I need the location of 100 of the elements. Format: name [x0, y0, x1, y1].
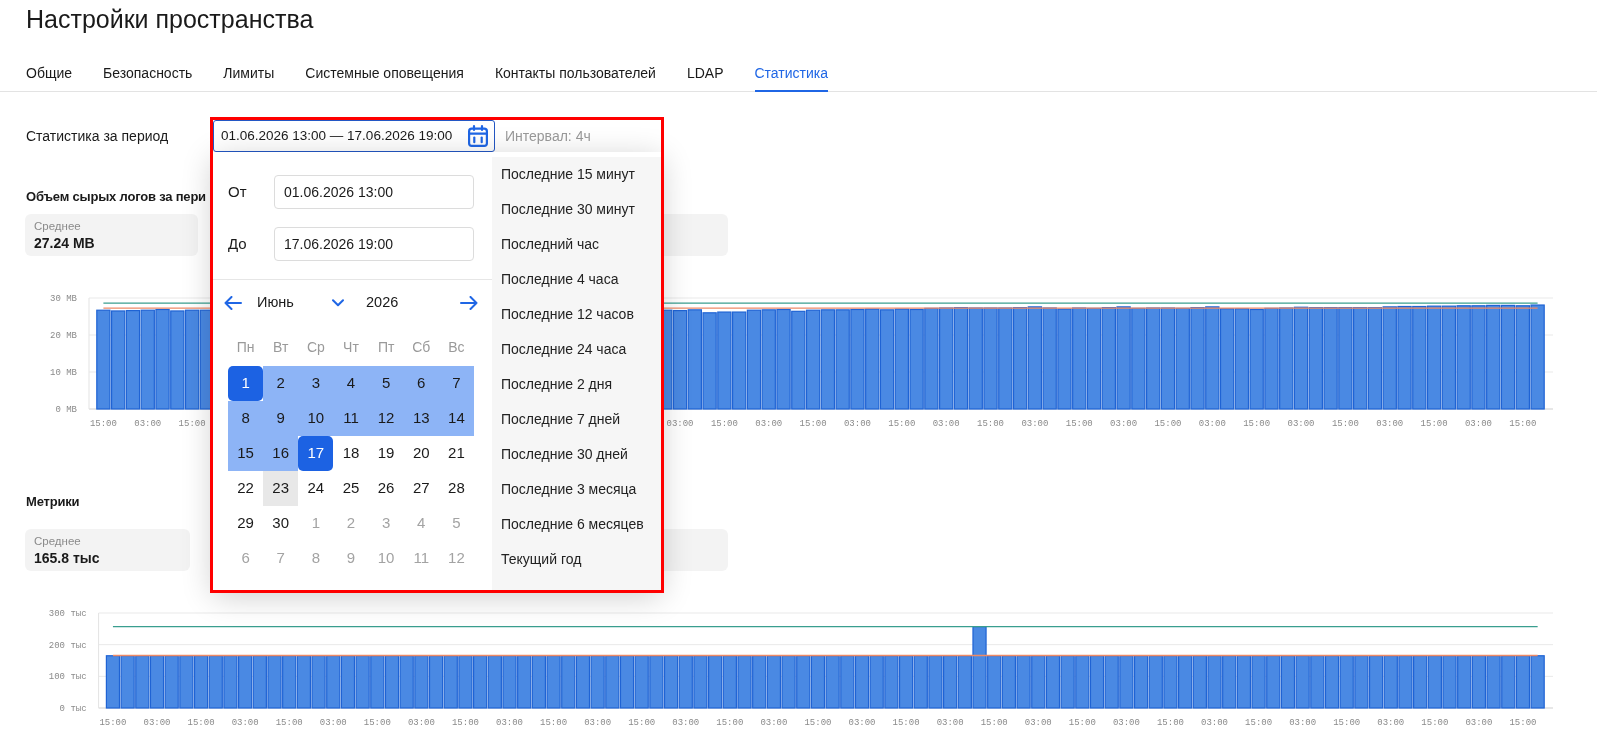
- axis-label: 20 MB: [50, 331, 77, 341]
- axis-label: 03:00: [407, 718, 435, 728]
- calendar-day[interactable]: 5: [368, 366, 404, 401]
- preset-option[interactable]: Последние 4 часа: [492, 262, 661, 297]
- bar: [1457, 655, 1472, 709]
- calendar-day[interactable]: 8: [228, 401, 264, 436]
- calendar-day[interactable]: 29: [228, 506, 264, 541]
- preset-option[interactable]: Последние 7 дней: [492, 402, 661, 437]
- bar: [737, 655, 752, 709]
- bar: [1222, 655, 1237, 709]
- date-input[interactable]: 17.06.2026 19:00: [274, 227, 474, 261]
- calendar-day[interactable]: 25: [333, 471, 369, 506]
- tab[interactable]: Контакты пользователей: [494, 63, 656, 92]
- field-label: От: [228, 181, 247, 202]
- bar: [1163, 655, 1178, 709]
- axis-label: 15:00: [716, 718, 744, 728]
- bar: [1060, 655, 1075, 709]
- calendar-day[interactable]: 23: [263, 471, 299, 506]
- tab[interactable]: Лимиты: [223, 63, 275, 92]
- axis-label: 15:00: [1243, 419, 1271, 429]
- bar: [619, 655, 635, 709]
- axis-label: 03:00: [1465, 718, 1493, 728]
- calendar-day[interactable]: 9: [263, 401, 299, 436]
- axis-label: 15:00: [1420, 419, 1448, 429]
- tab[interactable]: Системные оповещения: [305, 63, 464, 92]
- axis-label: 03:00: [1112, 718, 1140, 728]
- year-select[interactable]: 2026: [366, 292, 399, 314]
- axis-label: 15:00: [187, 718, 215, 728]
- bar: [708, 655, 723, 709]
- calendar-day[interactable]: 15: [228, 436, 264, 471]
- preset-option[interactable]: Последние 24 часа: [492, 332, 661, 367]
- stat-value: 27.24 MB: [34, 234, 95, 252]
- tab[interactable]: LDAP: [686, 63, 724, 92]
- bar: [1178, 655, 1193, 709]
- bar: [634, 655, 649, 709]
- calendar-day[interactable]: 2: [263, 366, 299, 401]
- bar: [605, 655, 620, 709]
- calendar-day[interactable]: 28: [438, 471, 474, 506]
- calendar-day[interactable]: 11: [333, 401, 369, 436]
- bar: [135, 655, 150, 709]
- calendar-day[interactable]: 12: [368, 401, 404, 436]
- weekday-label: Сб: [412, 338, 431, 357]
- calendar-day[interactable]: 26: [368, 471, 404, 506]
- stat-card: [662, 529, 728, 571]
- calendar-day[interactable]: 6: [403, 366, 439, 401]
- axis-label: 15:00: [540, 718, 568, 728]
- calendar-day[interactable]: 19: [368, 436, 404, 471]
- calendar-day[interactable]: 22: [228, 471, 264, 506]
- bar: [1251, 655, 1266, 709]
- axis-label: 03:00: [760, 718, 788, 728]
- calendar-day[interactable]: 4: [333, 366, 369, 401]
- weekday-label: Пт: [377, 338, 395, 357]
- date-range-field[interactable]: 01.06.2026 13:00 — 17.06.2026 19:00: [213, 120, 495, 152]
- preset-option[interactable]: Последние 3 месяца: [492, 472, 661, 507]
- bar: [1442, 655, 1457, 709]
- date-input[interactable]: 01.06.2026 13:00: [274, 175, 474, 209]
- bar: [531, 655, 547, 709]
- tab[interactable]: Общие: [26, 63, 73, 92]
- calendar-day[interactable]: 24: [298, 471, 334, 506]
- preset-option[interactable]: Последние 12 часов: [492, 297, 661, 332]
- calendar-day[interactable]: 20: [403, 436, 439, 471]
- calendar-day[interactable]: 21: [438, 436, 474, 471]
- calendar-day[interactable]: 10: [298, 401, 334, 436]
- bar: [1530, 655, 1545, 709]
- axis-label: 15:00: [628, 718, 656, 728]
- preset-option[interactable]: Последние 15 минут: [492, 157, 661, 192]
- tab[interactable]: Безопасность: [103, 63, 193, 92]
- arrow-left-icon[interactable]: [224, 296, 242, 310]
- bar: [884, 655, 899, 709]
- bar: [428, 655, 444, 709]
- calendar-day[interactable]: 14: [438, 401, 474, 436]
- calendar-day[interactable]: 17: [298, 436, 334, 471]
- preset-option[interactable]: Текущий год: [492, 542, 661, 577]
- preset-option[interactable]: Последний час: [492, 227, 661, 262]
- calendar-day[interactable]: 18: [333, 436, 369, 471]
- bar: [384, 655, 400, 709]
- calendar-day[interactable]: 3: [298, 366, 334, 401]
- calendar-day[interactable]: 13: [403, 401, 439, 436]
- preset-option[interactable]: Последние 30 дней: [492, 437, 661, 472]
- bar: [164, 655, 179, 709]
- bar: [1310, 655, 1325, 709]
- arrow-right-icon[interactable]: [460, 296, 478, 310]
- calendar-icon[interactable]: [468, 125, 488, 147]
- tab[interactable]: Статистика: [754, 63, 829, 92]
- calendar-day[interactable]: 30: [263, 506, 299, 541]
- bar: [796, 655, 811, 709]
- axis-label: 15:00: [1509, 718, 1537, 728]
- calendar-day[interactable]: 7: [438, 366, 474, 401]
- bar: [238, 655, 253, 709]
- preset-option[interactable]: Последние 2 дня: [492, 367, 661, 402]
- preset-option[interactable]: Последние 6 месяцев: [492, 507, 661, 542]
- weekday-label: Ср: [306, 338, 325, 357]
- calendar-day[interactable]: 16: [263, 436, 299, 471]
- calendar-day[interactable]: 1: [228, 366, 264, 401]
- calendar-day[interactable]: 27: [403, 471, 439, 506]
- preset-option[interactable]: Последние 30 минут: [492, 192, 661, 227]
- axis-label: 03:00: [584, 718, 612, 728]
- bar: [810, 655, 826, 709]
- axis-label: 300 тыс: [48, 609, 87, 619]
- month-select[interactable]: Июнь: [257, 292, 344, 314]
